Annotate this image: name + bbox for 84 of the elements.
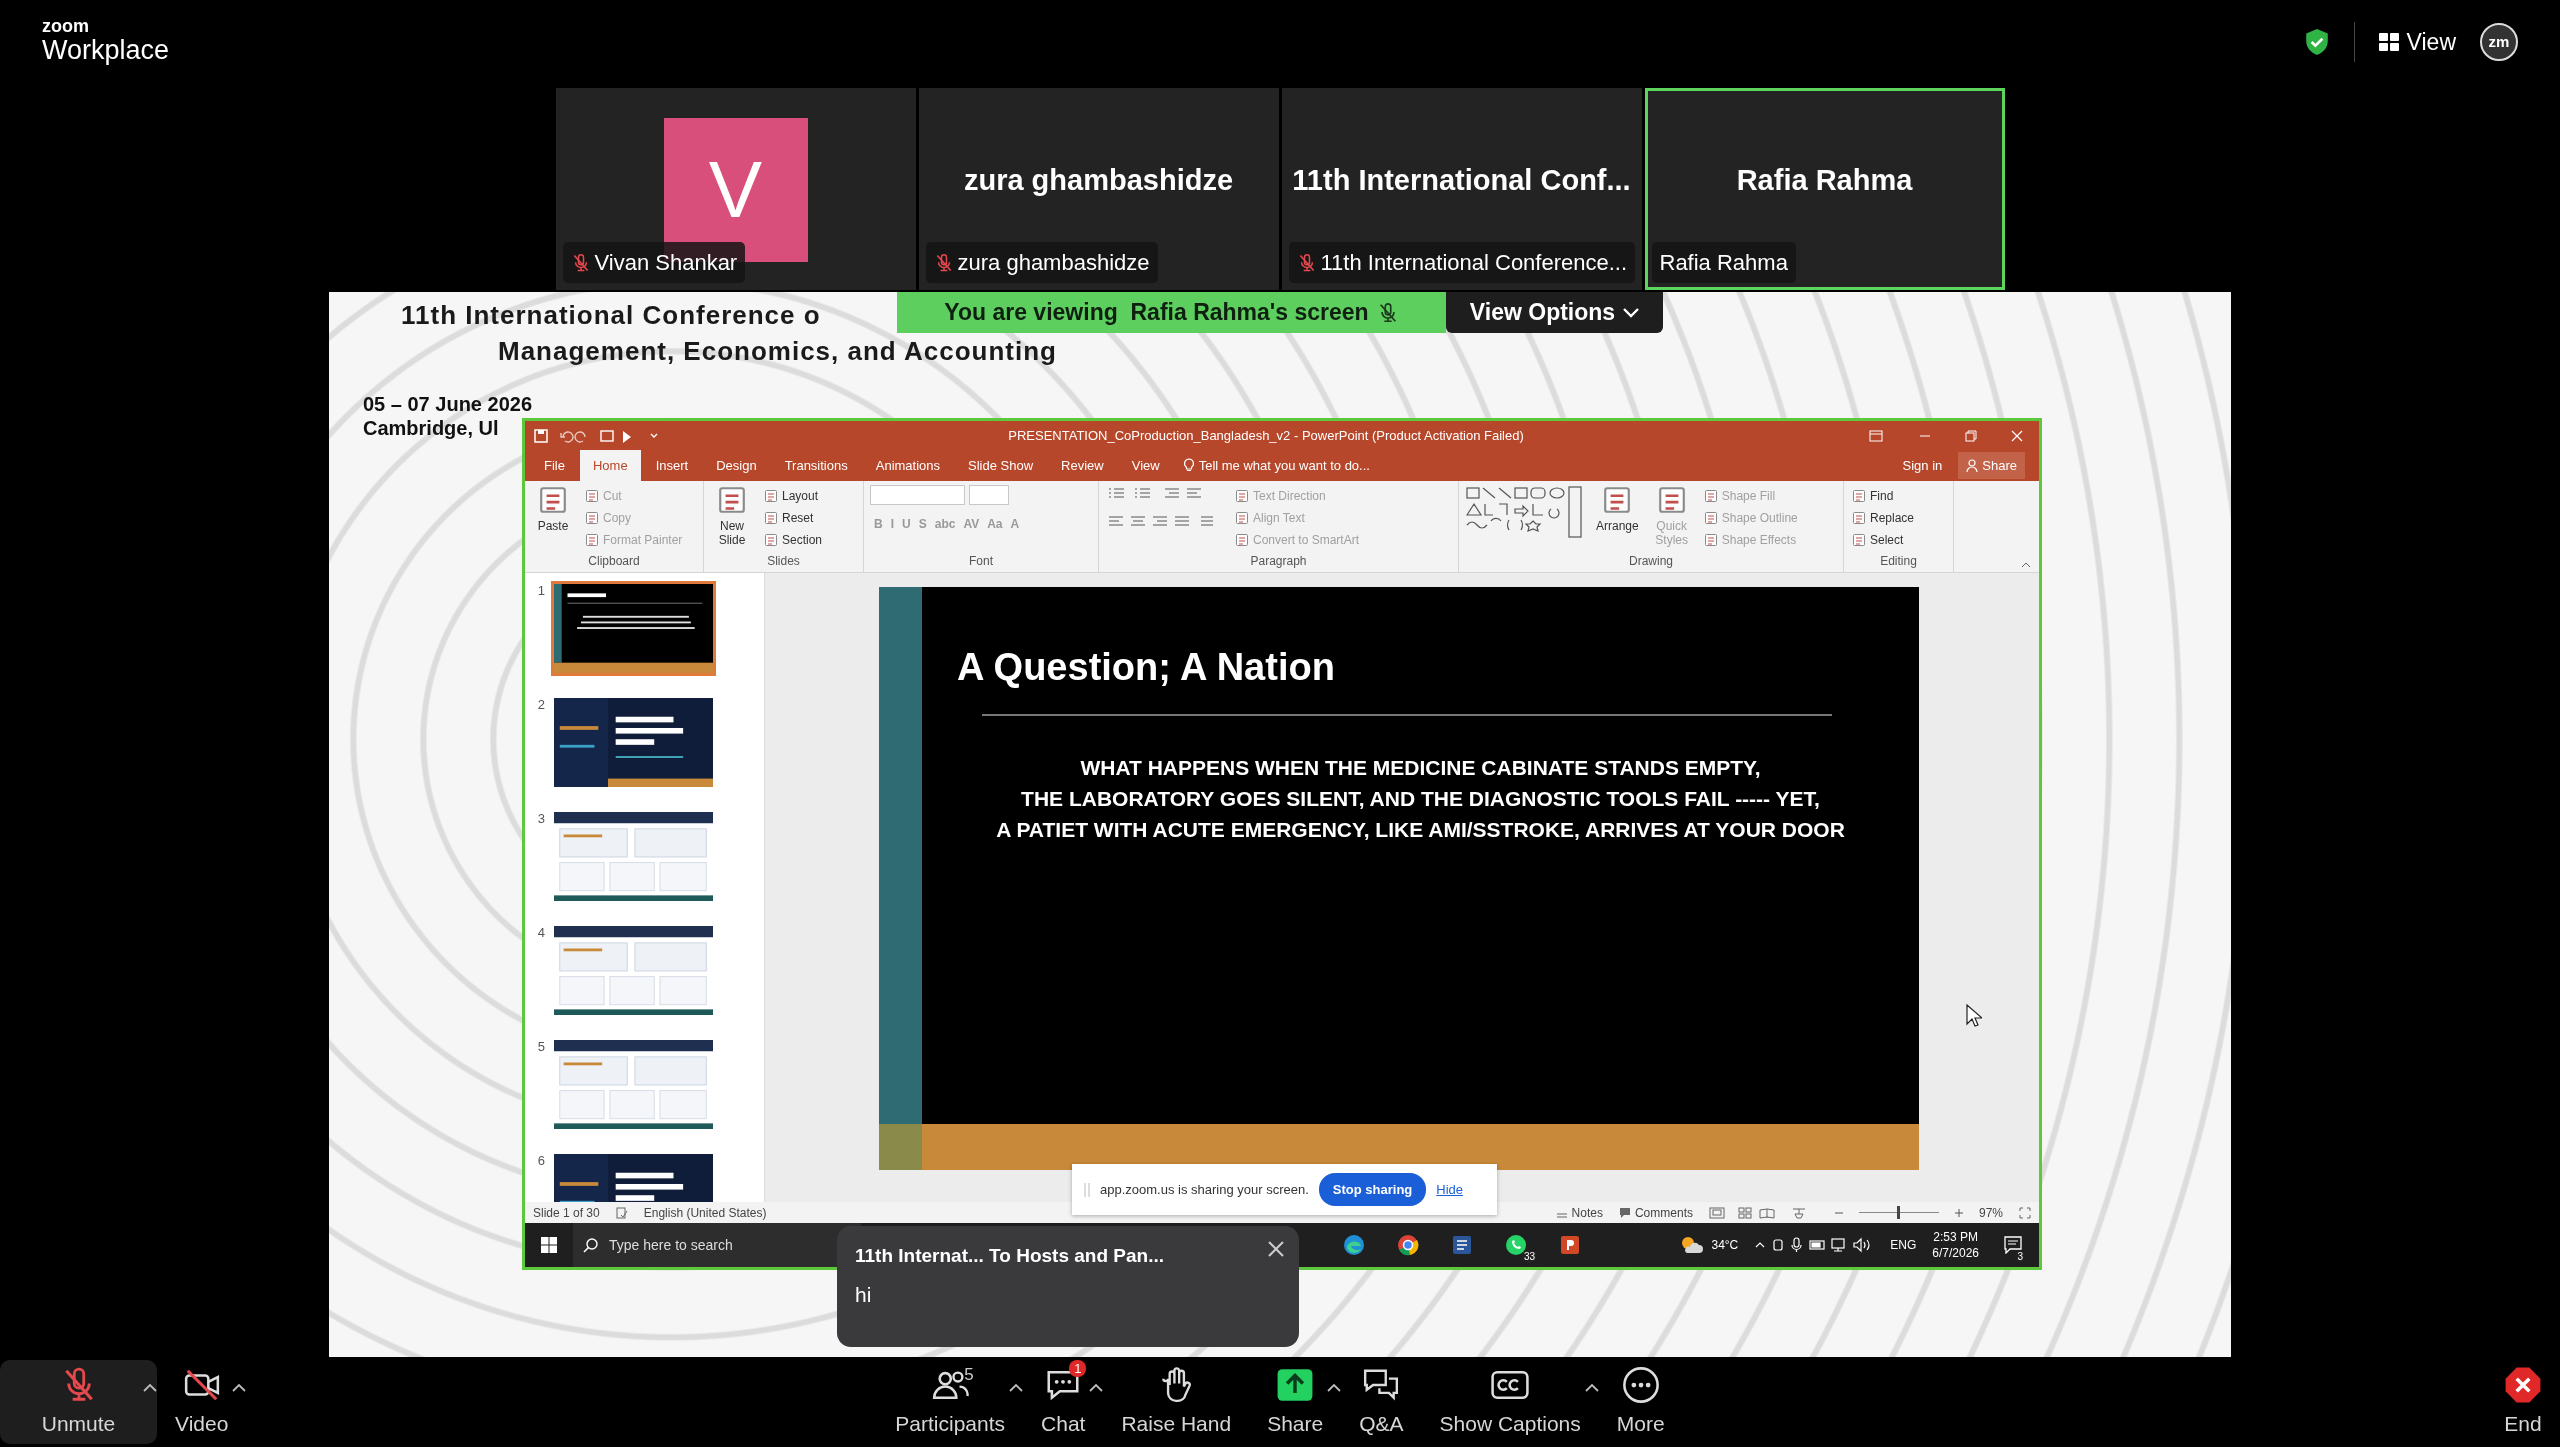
toolbar-button[interactable]: Unmute — [0, 1360, 157, 1444]
ribbon-tab[interactable]: Slide Show — [955, 450, 1047, 481]
weather-widget[interactable]: 34°C — [1679, 1235, 1739, 1255]
ribbon-button[interactable]: Find — [1850, 484, 1917, 507]
ribbon-button[interactable]: Layout — [762, 484, 825, 507]
chat-message: hi — [855, 1281, 873, 1308]
conference-place: Cambridge, Ul — [363, 416, 499, 440]
ribbon-button[interactable]: Arrange — [1593, 484, 1642, 533]
group-label: Font — [968, 553, 994, 571]
input-language[interactable]: ENG — [1890, 1236, 1917, 1254]
view-options-button[interactable]: View Options — [1446, 292, 1663, 333]
ribbon-tab[interactable]: Review — [1048, 450, 1117, 481]
count-badge: 33 — [1521, 1251, 1537, 1263]
slide-number: 5 — [536, 1038, 545, 1057]
sign-in-link[interactable]: Sign in — [1902, 455, 1943, 476]
slide-number: 1 — [536, 582, 545, 601]
ribbon-tab[interactable]: View — [1118, 450, 1173, 481]
participant-name: 11th International Conf... — [1292, 163, 1631, 199]
toolbar-button[interactable]: More — [1598, 1360, 1683, 1444]
hide-link[interactable]: Hide — [1436, 1179, 1464, 1200]
participant-count: 5 — [964, 1364, 974, 1387]
ribbon-button[interactable]: Section — [762, 528, 825, 551]
participant-name: Rafia Rahma — [1736, 163, 1913, 199]
language-label: English (United States) — [643, 1204, 767, 1222]
conference-dates: 05 – 07 June 2026 — [363, 392, 532, 416]
toolbar-button[interactable]: Q&A — [1341, 1360, 1422, 1444]
slide-text: THE LABORATORY GOES SILENT, AND THE DIAGNOSTIC TOOLS FAIL ----- YET, — [1020, 786, 1821, 813]
toolbar-button[interactable]: Participants 5 — [877, 1360, 1024, 1444]
group-label: Paragraph — [1249, 553, 1308, 571]
count-badge: 3 — [2015, 1251, 2025, 1263]
slide-number: 3 — [536, 810, 545, 829]
toolbar-button[interactable]: End — [2486, 1360, 2560, 1444]
clock[interactable]: 2:53 PM 6/7/2026 — [1932, 1229, 1979, 1261]
conference-title: Management, Economics, and Accounting — [498, 336, 1057, 366]
ribbon-button[interactable]: Replace — [1850, 506, 1917, 529]
group-label: Drawing — [1628, 553, 1674, 571]
notifications-button[interactable]: 3 — [1995, 1223, 2031, 1267]
comments-button[interactable]: Comments — [1618, 1203, 1693, 1222]
notes-button[interactable]: Notes — [1555, 1203, 1603, 1222]
toolbar-button[interactable]: Video — [157, 1360, 247, 1444]
view-button[interactable]: View — [2378, 24, 2456, 60]
group-label: Slides — [766, 553, 801, 571]
name-label: 11th International Conference... — [1288, 242, 1636, 283]
toolbar-button[interactable]: Show Captions — [1421, 1360, 1599, 1444]
sharing-banner: You are viewing Rafia Rahma's screen — [897, 292, 1446, 333]
conference-title: 11th International Conference o — [401, 300, 821, 330]
slide-text: WHAT HAPPENS WHEN THE MEDICINE CABINATE STANDS EMPTY, — [1079, 755, 1762, 782]
share-button[interactable]: Share — [1958, 451, 2025, 480]
zoom-percent[interactable]: 97% — [1978, 1203, 2003, 1222]
ribbon-button[interactable]: Reset — [762, 506, 825, 529]
ribbon-tab[interactable]: Home — [579, 450, 641, 481]
taskbar-app[interactable]: 33 — [1489, 1223, 1543, 1267]
ribbon-button[interactable]: Select — [1850, 528, 1917, 551]
ribbon-tab[interactable]: Animations — [862, 450, 954, 481]
slide-text: A PATIET WITH ACUTE EMERGENCY, LIKE AMI/SSTROKE, ARRIVES AT YOUR DOOR — [995, 817, 1846, 844]
slide-title: A Question; A Nation — [957, 645, 1336, 691]
name-label: Rafia Rahma — [1651, 242, 1796, 283]
ribbon-button[interactable]: New Slide — [710, 484, 754, 547]
logo-text: zoom — [42, 17, 90, 36]
stop-sharing-button[interactable]: Stop sharing — [1318, 1172, 1427, 1207]
slide-number: 4 — [536, 924, 545, 943]
participant-name: zura ghambashidze — [963, 163, 1234, 199]
toolbar-button[interactable]: Share — [1249, 1360, 1342, 1444]
sharing-notice: app.zoom.us is sharing your screen. — [1100, 1180, 1309, 1199]
ribbon-tab[interactable]: File — [531, 450, 578, 481]
unread-badge: 1 — [1069, 1360, 1087, 1378]
window-title: PRESENTATION_CoProduction_Bangladesh_v2 - PowerPoint (Product Activation Failed) — [1007, 426, 1525, 445]
slide-number: 2 — [536, 696, 545, 715]
slide-number: 6 — [536, 1152, 545, 1171]
group-label: Editing — [1879, 553, 1918, 571]
slide-counter: Slide 1 of 30 — [533, 1204, 600, 1222]
logo-text: Workplace — [42, 35, 170, 67]
ribbon-tab[interactable]: Insert — [642, 450, 702, 481]
ribbon-tab[interactable]: Design — [703, 450, 770, 481]
toolbar-button[interactable]: Chat 1 — [1023, 1360, 1104, 1444]
tell-me-field[interactable]: Tell me what you want to do... — [1182, 455, 1370, 476]
chat-notification[interactable]: 11th Internat... To Hosts and Pan... hi — [837, 1226, 1299, 1347]
group-label: Clipboard — [587, 553, 641, 571]
ribbon-button[interactable]: Paste — [531, 484, 575, 533]
ribbon-tab[interactable]: Transitions — [771, 450, 861, 481]
avatar[interactable]: zm — [2480, 23, 2518, 61]
name-label: zura ghambashidze — [925, 242, 1158, 283]
toolbar-button[interactable]: Raise Hand — [1103, 1360, 1250, 1444]
name-label: Vivan Shankar — [562, 242, 746, 283]
